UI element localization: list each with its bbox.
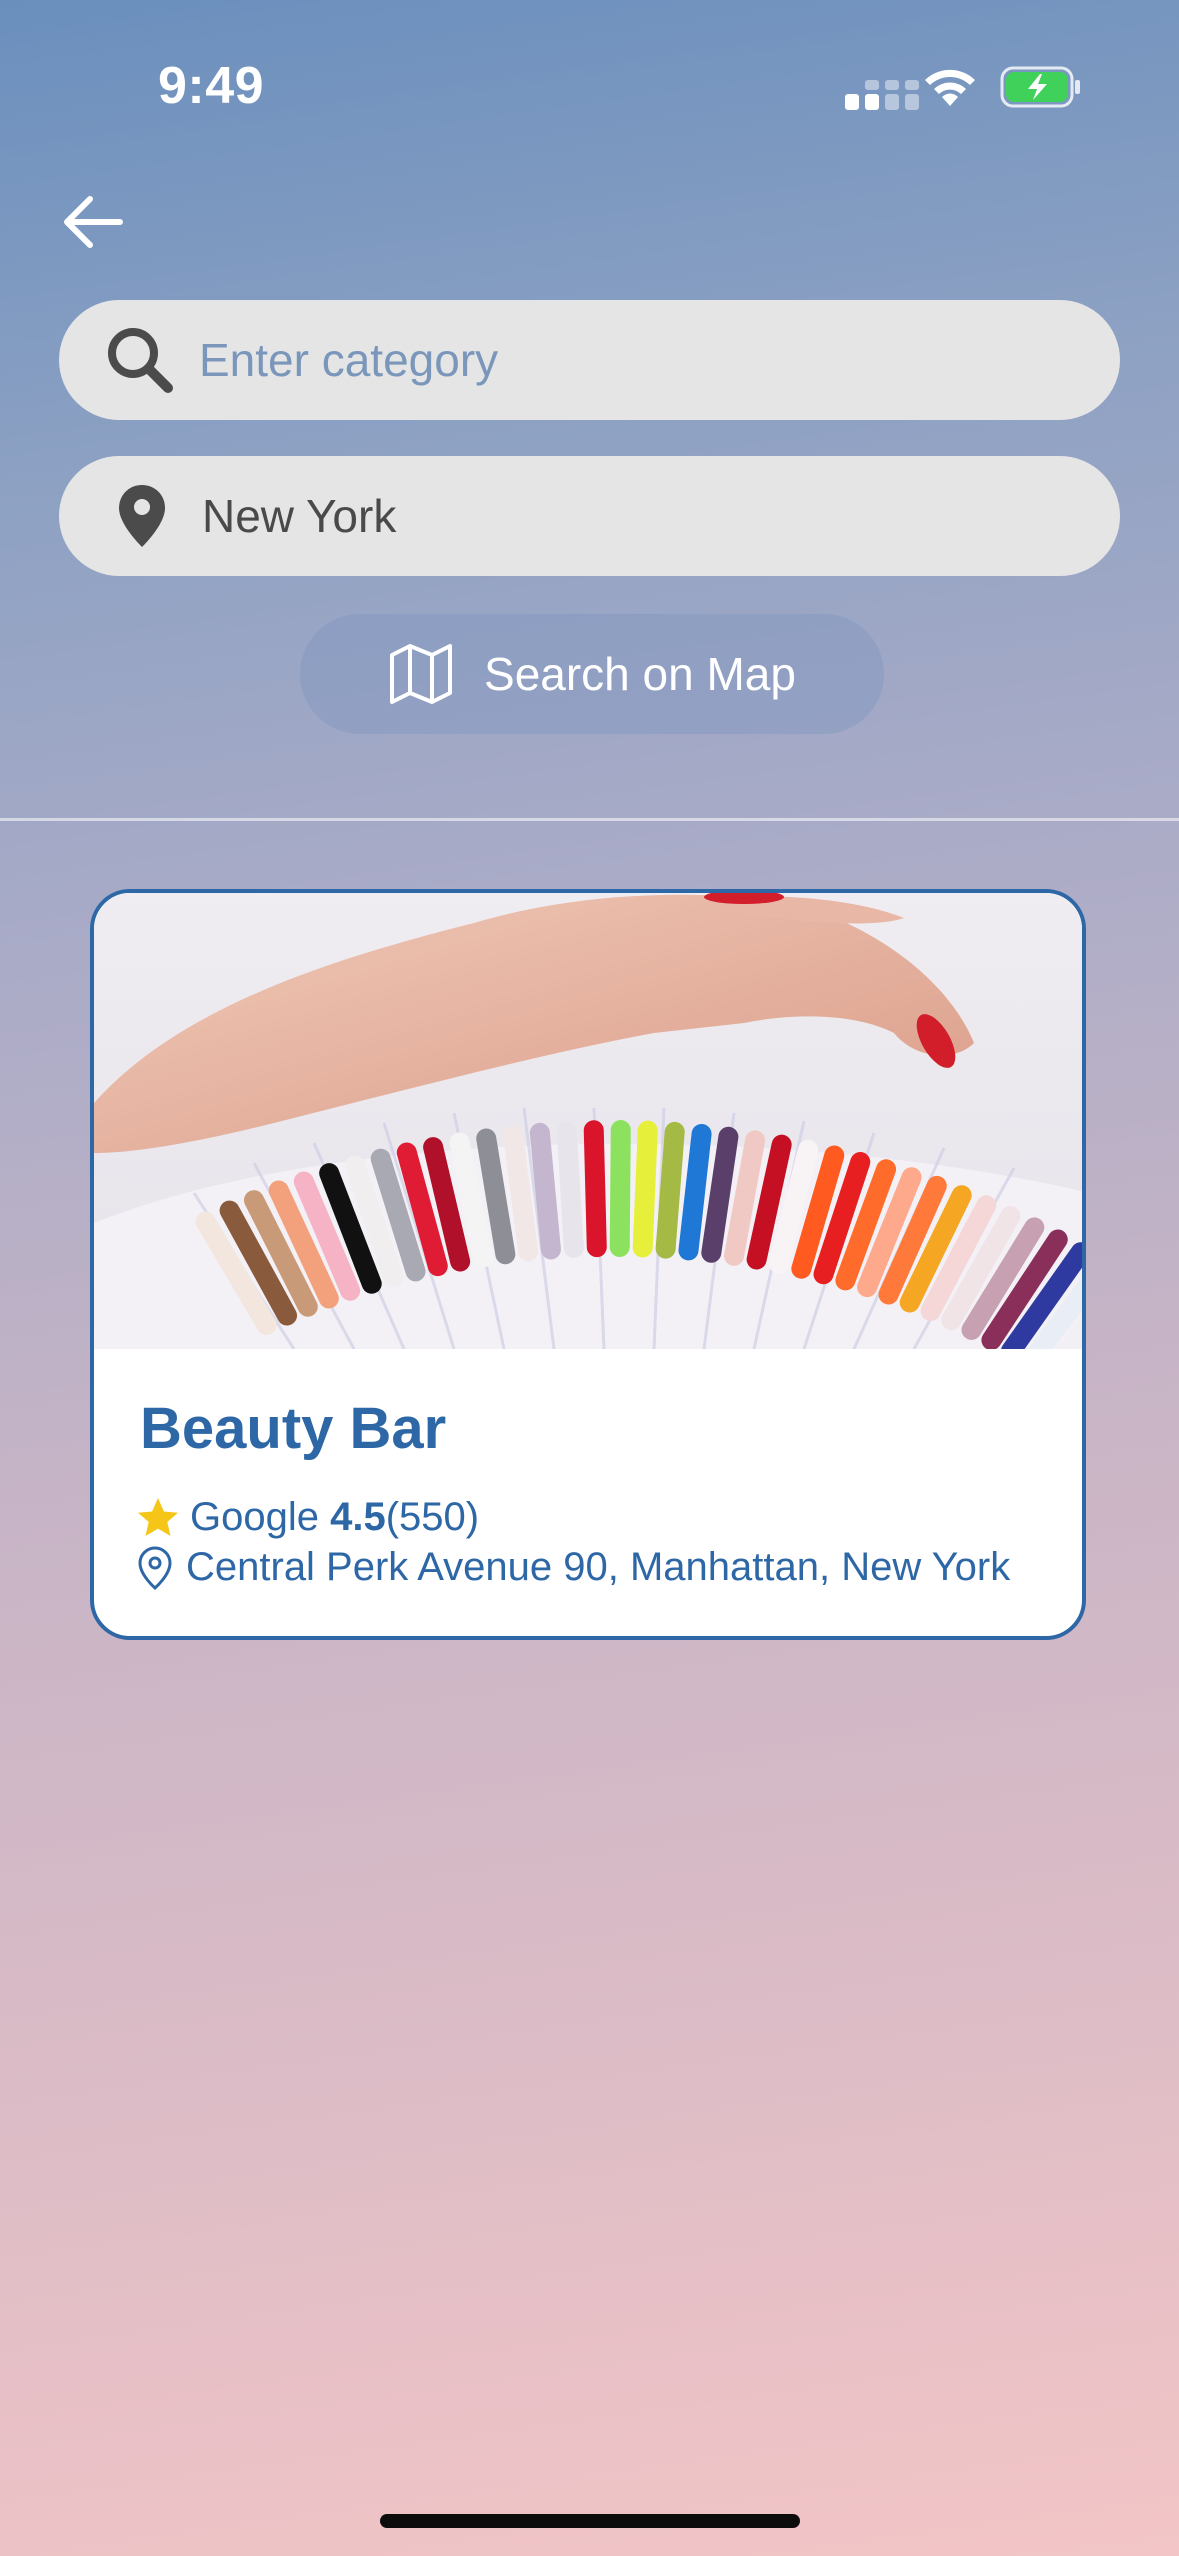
status-time: 9:49: [158, 57, 265, 115]
search-icon: [105, 300, 175, 420]
rating-value: 4.5: [330, 1495, 386, 1539]
business-card[interactable]: Beauty Bar Google 4.5(550) Central Perk …: [90, 889, 1086, 1640]
category-search-field[interactable]: [59, 300, 1120, 420]
battery-charging-icon: [1000, 66, 1080, 108]
search-on-map-button[interactable]: Search on Map: [300, 614, 884, 734]
nail-swatch: [609, 1120, 631, 1258]
star-icon: [138, 1497, 178, 1536]
location-input[interactable]: [202, 456, 1082, 576]
arrow-left-icon: [64, 196, 123, 248]
nail-swatch: [701, 1126, 739, 1263]
status-bar: 9:49: [0, 0, 1179, 170]
divider: [0, 818, 1179, 821]
business-address: Central Perk Avenue 90, Manhattan, New Y…: [186, 1545, 1011, 1589]
business-photo: [94, 893, 1082, 1349]
nail-swatch: [678, 1123, 712, 1261]
nail-swatch: [502, 1125, 539, 1262]
search-on-map-label: Search on Map: [484, 648, 796, 700]
nail-swatch: [583, 1120, 607, 1258]
category-search-input[interactable]: [199, 300, 1079, 420]
review-count: (550): [385, 1495, 480, 1539]
nail-swatch: [655, 1121, 685, 1259]
nail-swatch: [529, 1122, 561, 1260]
nail-swatch: [556, 1121, 584, 1258]
rating-row: Google 4.5(550): [136, 1495, 479, 1540]
nail-swatch: [476, 1128, 516, 1265]
address-row: Central Perk Avenue 90, Manhattan, New Y…: [138, 1545, 1010, 1590]
rating-source: Google: [190, 1495, 319, 1539]
home-indicator: [380, 2514, 800, 2528]
location-pin-outline-icon: [138, 1545, 172, 1590]
location-field[interactable]: [59, 456, 1120, 576]
location-pin-icon: [117, 456, 167, 576]
business-name: Beauty Bar: [140, 1396, 447, 1461]
wifi-icon: [925, 69, 975, 106]
back-button[interactable]: [52, 186, 132, 258]
map-icon: [390, 644, 453, 704]
nail-swatch: [632, 1120, 658, 1258]
